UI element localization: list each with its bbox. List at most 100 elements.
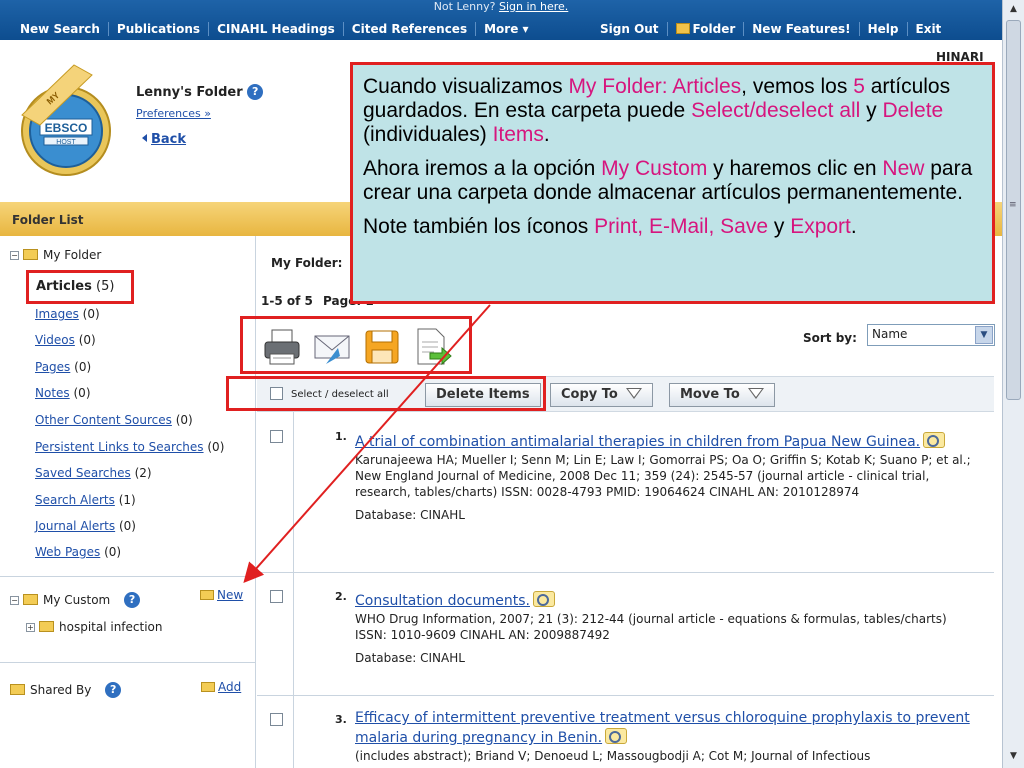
- sidebar-item-images[interactable]: Images (0): [35, 307, 100, 321]
- magnifier-icon[interactable]: [533, 591, 555, 607]
- preferences-link[interactable]: Preferences »: [136, 107, 211, 120]
- callout-highlight: Export: [790, 215, 851, 238]
- sort-by-select[interactable]: Name ▼: [867, 324, 995, 346]
- sidebar-link-count: (0): [118, 519, 136, 533]
- scroll-thumb[interactable]: [1006, 20, 1021, 400]
- callout-text: y: [860, 99, 883, 122]
- folder-icon: [23, 594, 38, 605]
- vertical-scrollbar[interactable]: ▲ ≡ ▼: [1002, 0, 1024, 768]
- callout-paragraph-2: Ahora iremos a la opción My Custom y har…: [363, 157, 982, 205]
- sidebar-divider: [0, 576, 256, 577]
- callout-highlight: My Folder: Articles: [568, 75, 742, 98]
- sidebar-link-label[interactable]: Videos: [35, 333, 75, 347]
- not-user-line: Not Lenny? Sign in here.: [0, 0, 1002, 13]
- checkbox[interactable]: [270, 387, 283, 400]
- nav-exit[interactable]: Exit: [908, 22, 950, 36]
- sidebar-item-pages[interactable]: Pages (0): [35, 360, 91, 374]
- move-to-button[interactable]: Move To: [669, 383, 775, 407]
- sidebar-link-label[interactable]: Web Pages: [35, 545, 100, 559]
- sidebar-item-search-alerts[interactable]: Search Alerts (1): [35, 493, 136, 507]
- sort-by-label: Sort by:: [803, 331, 857, 345]
- sidebar-link-label[interactable]: Search Alerts: [35, 493, 115, 507]
- collapse-icon[interactable]: −: [10, 251, 19, 260]
- add-shared-link[interactable]: Add: [201, 680, 241, 694]
- sidebar-item-videos[interactable]: Videos (0): [35, 333, 96, 347]
- nav-cited-references[interactable]: Cited References: [344, 22, 477, 36]
- articles-label: Articles: [36, 279, 92, 294]
- callout-text: .: [850, 215, 857, 238]
- copy-to-button[interactable]: Copy To: [550, 383, 653, 407]
- result-checkbox[interactable]: [270, 713, 283, 726]
- callout-highlight: Items: [492, 123, 544, 146]
- nav-publications[interactable]: Publications: [109, 22, 210, 36]
- nav-sign-out[interactable]: Sign Out: [592, 22, 668, 36]
- callout-highlight: New: [882, 157, 925, 180]
- nav-new-features[interactable]: New Features!: [744, 22, 860, 36]
- back-link[interactable]: Back: [142, 132, 186, 147]
- sidebar-link-label[interactable]: Journal Alerts: [35, 519, 115, 533]
- callout-paragraph-1: Cuando visualizamos My Folder: Articles,…: [363, 75, 982, 147]
- tree-my-folder[interactable]: − My Folder: [10, 248, 101, 262]
- collapse-icon[interactable]: −: [10, 596, 19, 605]
- sidebar-item-articles[interactable]: Articles (5): [26, 270, 134, 304]
- sidebar-item-journal-alerts[interactable]: Journal Alerts (0): [35, 519, 136, 533]
- sign-in-link[interactable]: Sign in here.: [499, 0, 568, 13]
- my-folder-label: My Folder: [43, 248, 102, 262]
- result-checkbox[interactable]: [270, 590, 283, 603]
- sidebar-link-label[interactable]: Notes: [35, 386, 70, 400]
- range-text: 1-5 of 5: [261, 294, 313, 308]
- result-number: 2.: [335, 590, 347, 603]
- tree-shared-by: Shared By ?: [10, 682, 122, 698]
- result-checkbox[interactable]: [270, 430, 283, 443]
- callout-text: (individuales): [363, 123, 493, 146]
- sidebar-link-label[interactable]: Other Content Sources: [35, 413, 172, 427]
- sidebar-link-label[interactable]: Persistent Links to Searches: [35, 440, 204, 454]
- sidebar-item-saved-searches[interactable]: Saved Searches (2): [35, 466, 152, 480]
- export-icon[interactable]: [412, 326, 452, 368]
- callout-text: y haremos clic en: [707, 157, 883, 180]
- copy-to-label: Copy To: [561, 387, 618, 402]
- result-title-link[interactable]: A trial of combination antimalarial ther…: [355, 434, 920, 450]
- callout-highlight: Print, E-Mail, Save: [594, 215, 769, 238]
- back-label: Back: [151, 132, 187, 147]
- sidebar-item-notes[interactable]: Notes (0): [35, 386, 91, 400]
- delete-items-button[interactable]: Delete Items: [425, 383, 541, 407]
- secondary-nav: Sign Out Folder New Features! Help Exit: [592, 19, 949, 39]
- help-icon[interactable]: ?: [247, 84, 264, 100]
- scroll-down-arrow[interactable]: ▼: [1005, 748, 1022, 765]
- nav-cinahl-headings[interactable]: CINAHL Headings: [209, 22, 344, 36]
- save-icon[interactable]: [362, 326, 402, 368]
- my-ebscohost-logo: EBSCO HOST MY: [21, 64, 111, 176]
- sidebar-link-count: (0): [73, 386, 91, 400]
- tree-hospital-infection[interactable]: + hospital infection: [26, 620, 163, 634]
- nav-folder[interactable]: Folder: [668, 22, 745, 36]
- sidebar-link-label[interactable]: Images: [35, 307, 79, 321]
- sidebar-link-count: (0): [74, 360, 92, 374]
- sidebar-item-web-pages[interactable]: Web Pages (0): [35, 545, 121, 559]
- scroll-up-arrow[interactable]: ▲: [1005, 1, 1022, 18]
- nav-more[interactable]: More ▾: [476, 22, 536, 36]
- select-all-label: Select / deselect all: [291, 389, 389, 400]
- chevron-down-icon[interactable]: ▼: [975, 326, 993, 344]
- move-to-label: Move To: [680, 387, 740, 402]
- sidebar-link-label[interactable]: Pages: [35, 360, 70, 374]
- email-icon[interactable]: [312, 326, 352, 368]
- new-folder-link[interactable]: New: [200, 588, 243, 602]
- help-icon[interactable]: ?: [105, 682, 122, 698]
- nav-new-search[interactable]: New Search: [12, 22, 109, 36]
- magnifier-icon[interactable]: [923, 432, 946, 448]
- nav-help[interactable]: Help: [860, 22, 908, 36]
- help-icon[interactable]: ?: [124, 592, 141, 608]
- sidebar-link-label[interactable]: Saved Searches: [35, 466, 131, 480]
- result-title-link[interactable]: Efficacy of intermittent preventive trea…: [355, 710, 970, 746]
- logo-text: EBSCO: [45, 121, 88, 135]
- sidebar-item-persistent-links[interactable]: Persistent Links to Searches (0): [35, 440, 224, 454]
- print-icon[interactable]: [262, 326, 302, 368]
- tree-my-custom[interactable]: − My Custom ?: [10, 592, 141, 608]
- magnifier-icon[interactable]: [605, 728, 628, 744]
- result-details: Karunajeewa HA; Mueller I; Senn M; Lin E…: [355, 453, 971, 499]
- select-all-checkbox[interactable]: Select / deselect all: [270, 387, 389, 400]
- expand-icon[interactable]: +: [26, 623, 35, 632]
- sidebar-item-other-content[interactable]: Other Content Sources (0): [35, 413, 193, 427]
- result-title-link[interactable]: Consultation documents.: [355, 593, 530, 609]
